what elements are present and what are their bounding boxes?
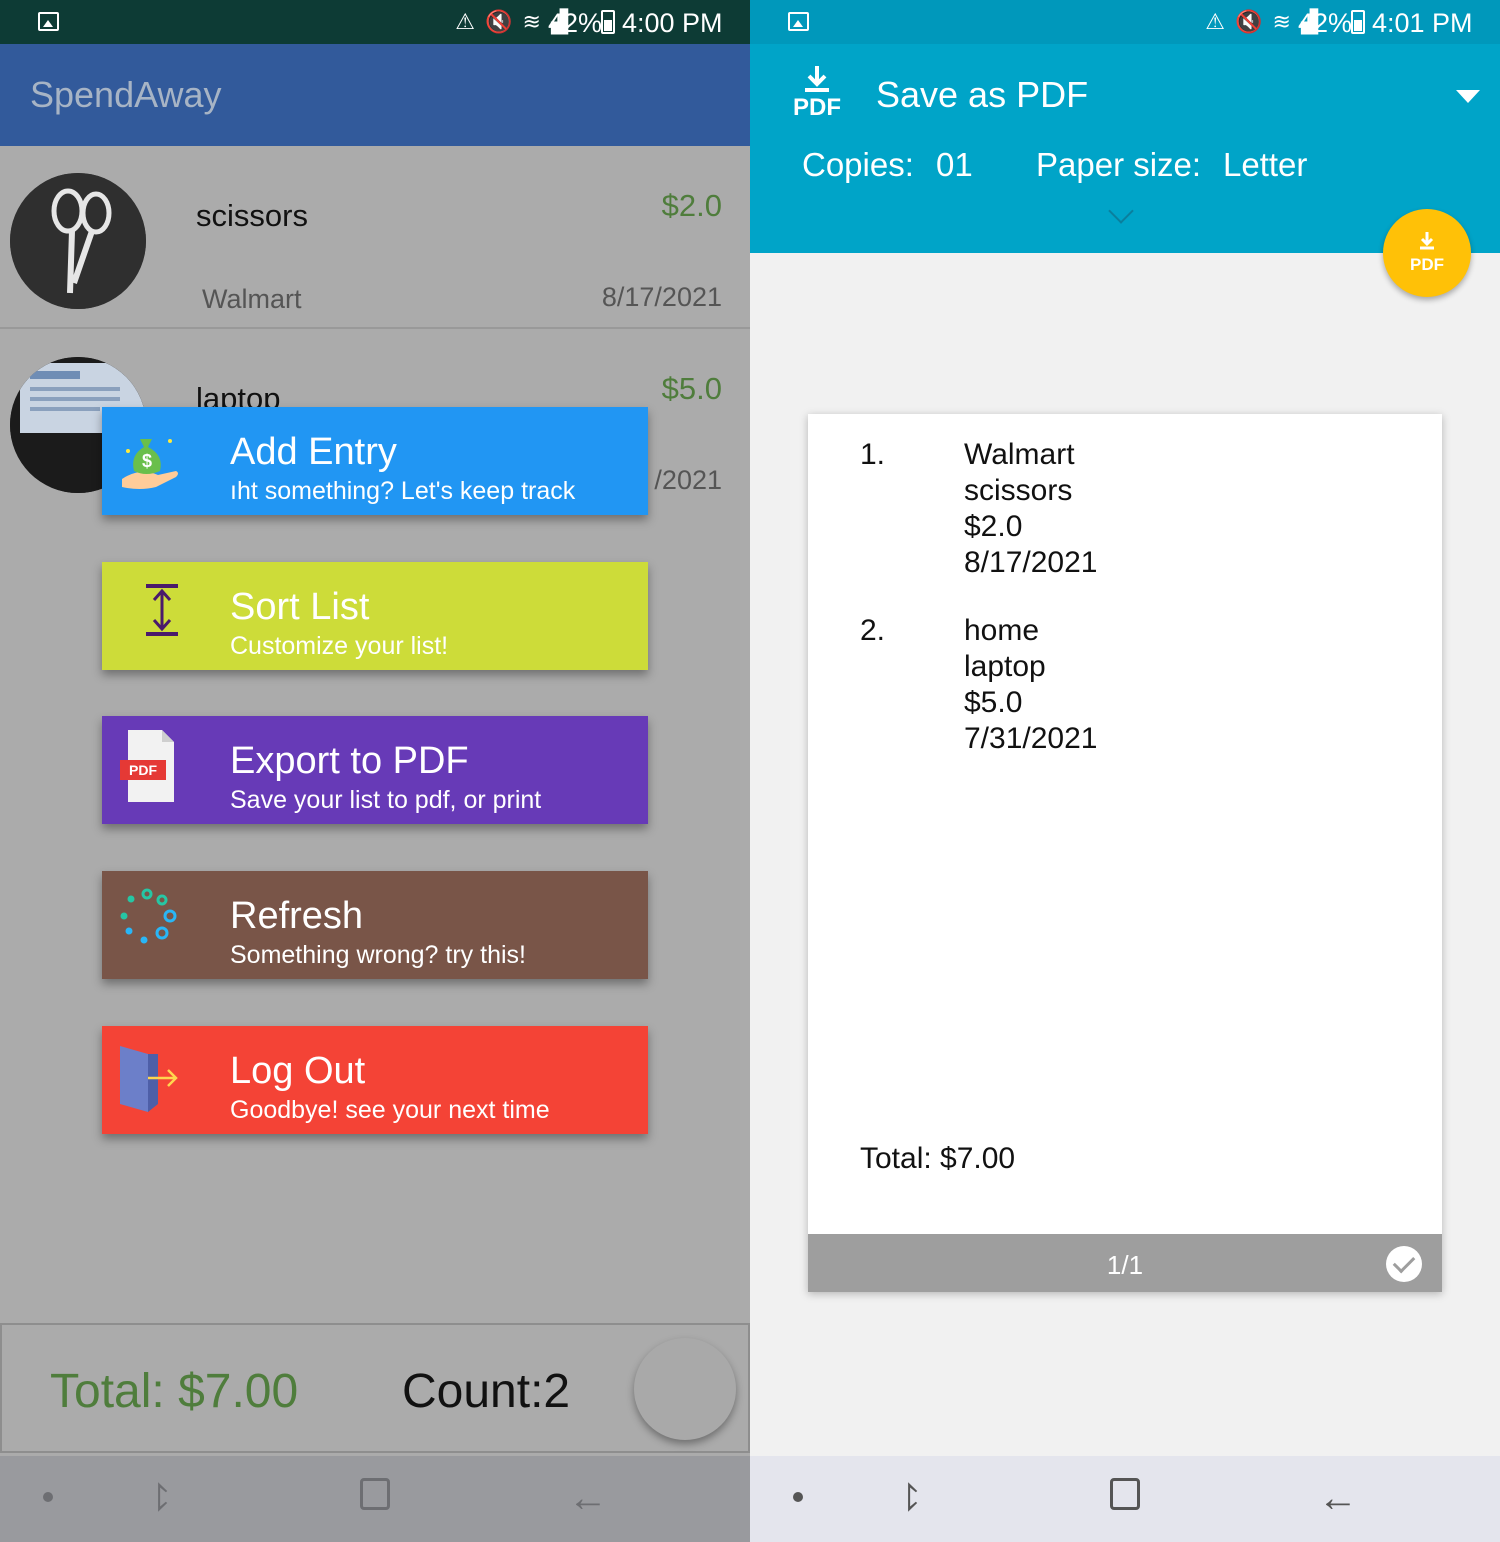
status-bar: ⚠ 🔇 ≋ ▟ 42% 4:00 PM <box>0 0 750 44</box>
printer-select[interactable]: Save as PDF <box>876 74 1088 116</box>
refresh-button[interactable]: Refresh Something wrong? try this! <box>102 871 648 979</box>
status-bar: ⚠ 🔇 ≋ ▟ 42% 4:01 PM <box>750 0 1500 44</box>
app-title: SpendAway <box>30 74 222 115</box>
log-out-button[interactable]: Log Out Goodbye! see your next time <box>102 1026 648 1134</box>
door-exit-icon <box>118 1040 182 1114</box>
menu-subtitle: Goodbye! see your next time <box>230 1096 550 1124</box>
item-date: /2021 <box>654 465 722 495</box>
entry-line: Walmart <box>964 438 1075 471</box>
entry-line: $2.0 <box>964 510 1023 543</box>
system-nav-bar: ⥏ ← <box>750 1456 1500 1542</box>
pdf-label: PDF <box>793 94 841 121</box>
home-icon[interactable] <box>360 1478 390 1510</box>
entry-line: scissors <box>964 474 1073 507</box>
menu-title: Log Out <box>230 1050 366 1092</box>
item-photo-scissors <box>10 173 146 309</box>
item-date: 8/17/2021 <box>601 282 722 312</box>
menu-title: Export to PDF <box>230 740 469 782</box>
item-price: $5.0 <box>661 371 722 406</box>
menu-subtitle: ıht something? Let's keep track <box>230 477 576 505</box>
item-store: Walmart <box>202 284 302 314</box>
page-selected-check-icon[interactable] <box>1386 1246 1422 1282</box>
status-time: 4:00 PM <box>622 8 723 38</box>
save-pdf-fab-button[interactable]: PDF <box>1383 209 1471 297</box>
list-item[interactable]: scissors $2.0 Walmart 8/17/2021 <box>0 146 750 329</box>
entry-line: 7/31/2021 <box>964 722 1098 755</box>
menu-title: Add Entry <box>230 431 397 473</box>
menu-subtitle: Customize your list! <box>230 632 449 660</box>
add-entry-button[interactable]: $ Add Entry ıht something? Let's keep tr… <box>102 407 648 515</box>
menu-subtitle: Save your list to pdf, or print <box>230 786 542 814</box>
gallery-notification-icon <box>788 12 809 31</box>
preview-total: Total: $7.00 <box>860 1142 1016 1175</box>
home-icon[interactable] <box>1110 1478 1140 1510</box>
export-to-pdf-button[interactable]: PDF Export to PDF Save your list to pdf,… <box>102 716 648 824</box>
entry-line: home <box>964 614 1040 647</box>
dropdown-arrow-icon[interactable] <box>1456 90 1480 103</box>
recent-apps-icon[interactable]: ⥏ <box>150 1474 169 1522</box>
page-indicator: 1/1 <box>1106 1250 1144 1280</box>
svg-text:$: $ <box>142 451 152 471</box>
item-name: scissors <box>196 198 308 233</box>
nav-dot-icon[interactable] <box>793 1492 803 1502</box>
page-footer: 1/1 <box>808 1234 1442 1292</box>
entry-number: 1. <box>860 438 886 471</box>
menu-subtitle: Something wrong? try this! <box>230 941 526 969</box>
recent-apps-icon[interactable]: ⥏ <box>900 1474 919 1522</box>
entry-line: laptop <box>964 650 1046 683</box>
refresh-dots-icon <box>118 885 182 959</box>
svg-text:PDF: PDF <box>129 762 157 778</box>
copies-input[interactable]: 01 <box>936 146 973 184</box>
entry-line: $5.0 <box>964 686 1023 719</box>
item-count: Count:2 <box>402 1365 571 1418</box>
sort-vertical-icon <box>118 576 182 650</box>
money-bag-hand-icon: $ <box>118 421 182 495</box>
pdf-file-icon: PDF <box>118 730 182 804</box>
gallery-notification-icon <box>38 12 59 31</box>
status-time: 4:01 PM <box>1372 8 1473 38</box>
entry-number: 2. <box>860 614 886 647</box>
copies-label: Copies: <box>802 146 914 183</box>
menu-title: Sort List <box>230 586 370 628</box>
back-icon[interactable]: ← <box>568 1474 608 1522</box>
sort-list-button[interactable]: Sort List Customize your list! <box>102 562 648 670</box>
menu-fab-button[interactable] <box>634 1338 736 1440</box>
entry-line: 8/17/2021 <box>964 546 1098 579</box>
battery-icon <box>601 10 615 34</box>
battery-percent: 42% <box>548 8 603 38</box>
left-screen: ⚠ 🔇 ≋ ▟ 42% 4:00 PM SpendAway scissors $… <box>0 0 750 1542</box>
right-screen: ⚠ 🔇 ≋ ▟ 42% 4:01 PM PDF Save as PDF Copi… <box>750 0 1500 1542</box>
system-nav-bar: ⥏ ← <box>0 1456 750 1542</box>
paper-size-label: Paper size: <box>1036 146 1202 183</box>
print-preview-page[interactable]: 1. Walmart scissors $2.0 8/17/2021 2. ho… <box>808 414 1442 1292</box>
battery-icon <box>1351 10 1365 34</box>
item-price: $2.0 <box>661 188 722 223</box>
back-icon[interactable]: ← <box>1318 1474 1358 1522</box>
pdf-download-icon: PDF <box>790 64 844 124</box>
fab-pdf-label: PDF <box>1410 255 1444 274</box>
paper-size-select[interactable]: Letter <box>1223 146 1307 184</box>
menu-title: Refresh <box>230 895 364 937</box>
nav-dot-icon[interactable] <box>43 1492 53 1502</box>
battery-percent: 42% <box>1298 8 1353 38</box>
total-amount: Total: $7.00 <box>50 1365 299 1418</box>
